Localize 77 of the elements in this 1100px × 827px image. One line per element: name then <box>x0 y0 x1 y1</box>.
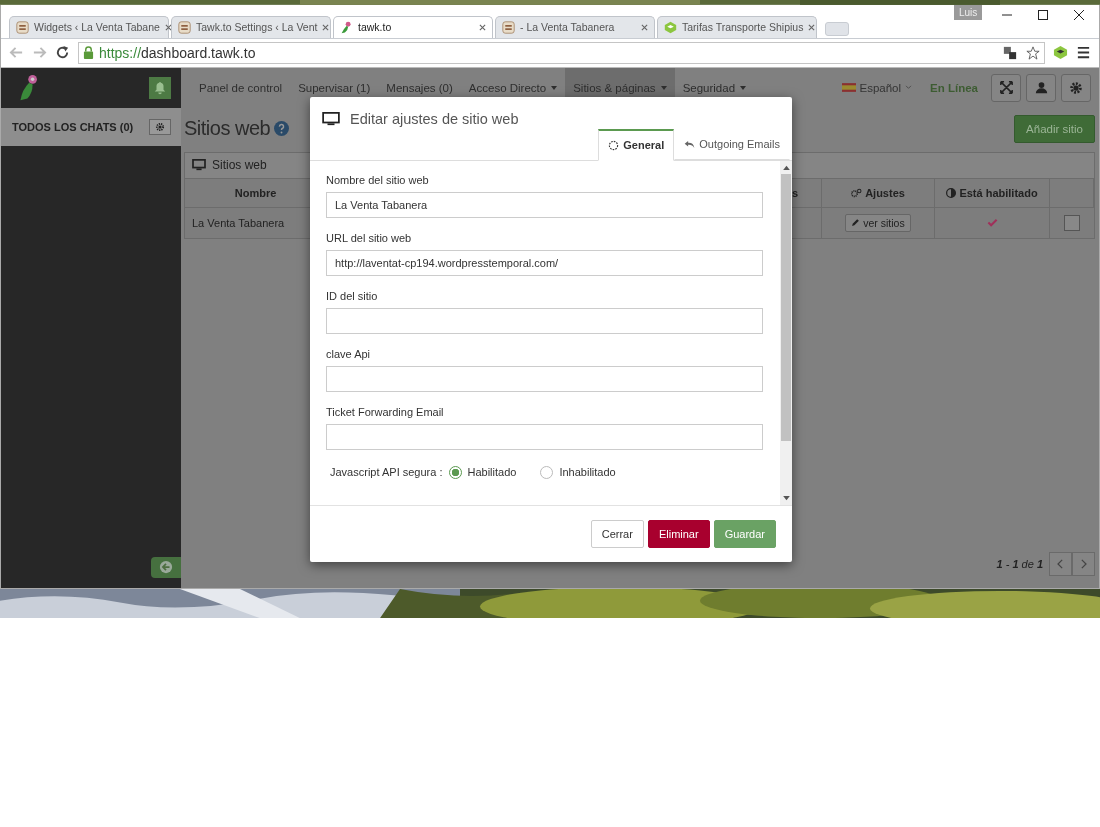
parrot-icon <box>340 20 353 34</box>
maximize-icon[interactable] <box>1037 8 1049 21</box>
radio-button[interactable] <box>448 465 462 479</box>
collapse-button[interactable] <box>151 556 181 578</box>
nav-item[interactable]: Panel de control <box>191 67 291 108</box>
arrow-left-icon <box>159 560 173 575</box>
store-logo-icon <box>502 20 515 34</box>
dialog-tab[interactable]: General <box>598 128 675 161</box>
store-logo-icon <box>16 20 29 34</box>
close-icon[interactable] <box>1073 8 1085 21</box>
spinner-icon <box>608 139 620 151</box>
scrollbar[interactable] <box>780 160 792 505</box>
field-label: Nombre del sitio web <box>326 173 430 186</box>
help-icon[interactable] <box>274 121 290 137</box>
reload-icon[interactable] <box>55 45 70 61</box>
field-label: clave Api <box>326 347 372 360</box>
monitor-icon <box>322 111 340 126</box>
person-icon <box>1034 81 1048 95</box>
column-header: Está habilitado <box>935 178 1050 208</box>
fullscreen-button[interactable] <box>991 73 1021 102</box>
input-field[interactable]: La Venta Tabanera <box>326 191 763 218</box>
cube-icon[interactable] <box>1053 45 1068 61</box>
field-label: Ticket Forwarding Email <box>326 405 445 418</box>
scroll-up-icon[interactable] <box>782 164 790 170</box>
contrast-icon <box>946 187 957 198</box>
panel-title: Sitios web <box>212 158 267 173</box>
chevron-left-icon <box>1057 558 1064 569</box>
settings-button[interactable] <box>1061 73 1091 102</box>
dialog-button[interactable]: Eliminar <box>647 519 710 548</box>
browser-tab[interactable]: Widgets ‹ La Venta Tabane <box>9 15 169 38</box>
nav-item[interactable]: Acceso Directo <box>460 67 566 108</box>
field-label: Javascript API segura : <box>330 466 443 479</box>
chevron-down-icon <box>905 85 913 91</box>
input-field[interactable] <box>326 423 763 450</box>
settings-button[interactable] <box>149 118 171 135</box>
language-selector[interactable]: Español <box>841 67 913 108</box>
store-logo-icon <box>178 20 191 34</box>
dialog-title: Editar ajustes de sitio web <box>350 110 519 127</box>
lock-icon <box>83 46 94 60</box>
radio-option[interactable]: Inhabilitado <box>540 465 616 479</box>
chats-header: TODOS LOS CHATS (0) <box>12 120 134 133</box>
page-title: Sitios web <box>184 117 271 141</box>
browser-tab[interactable]: tawk.to <box>333 15 493 38</box>
radio-option[interactable]: Habilitado <box>448 465 517 479</box>
view-sites-button[interactable]: ver sitios <box>845 213 911 232</box>
input-field[interactable]: http://laventat-cp194.wordpresstemporal.com/ <box>326 249 763 276</box>
settings-icon <box>1069 80 1083 95</box>
profile-button[interactable] <box>1026 73 1056 102</box>
row-checkbox[interactable] <box>1064 214 1080 231</box>
menu-icon[interactable] <box>1076 45 1091 61</box>
browser-tab[interactable]: Tawk.to Settings ‹ La Vent <box>171 15 331 38</box>
column-header: Ajustes <box>822 178 935 208</box>
gears-icon <box>851 187 863 198</box>
star-icon[interactable] <box>1026 45 1040 60</box>
expand-icon <box>999 81 1013 95</box>
browser-tab[interactable]: Tarifas Transporte Shipius <box>657 15 817 38</box>
flag-icon <box>841 83 856 93</box>
input-field[interactable] <box>326 307 763 334</box>
monitor-icon <box>192 159 206 172</box>
pencil-icon <box>851 217 861 227</box>
translate-icon[interactable] <box>1003 45 1017 60</box>
browser-tab[interactable]: - La Venta Tabanera <box>495 15 655 38</box>
pagination-text: 1 - 1 de 1 <box>996 557 1043 570</box>
nav-item[interactable]: Seguridad <box>674 67 755 108</box>
dialog-tab[interactable]: Outgoing Emails <box>674 128 790 160</box>
settings-icon <box>155 121 165 132</box>
bell-icon <box>153 80 167 95</box>
chevron-right-icon <box>1080 558 1087 569</box>
field-label: URL del sitio web <box>326 231 413 244</box>
field-label: ID del sitio <box>326 289 379 302</box>
notification-button[interactable] <box>149 76 171 99</box>
url-text: https://dashboard.tawk.to <box>99 44 256 61</box>
address-bar[interactable]: https://dashboard.tawk.to <box>78 41 1045 64</box>
cube-icon <box>664 20 677 34</box>
scroll-down-icon[interactable] <box>782 495 790 501</box>
input-field[interactable] <box>326 365 763 392</box>
dialog-button[interactable]: Cerrar <box>590 519 644 548</box>
